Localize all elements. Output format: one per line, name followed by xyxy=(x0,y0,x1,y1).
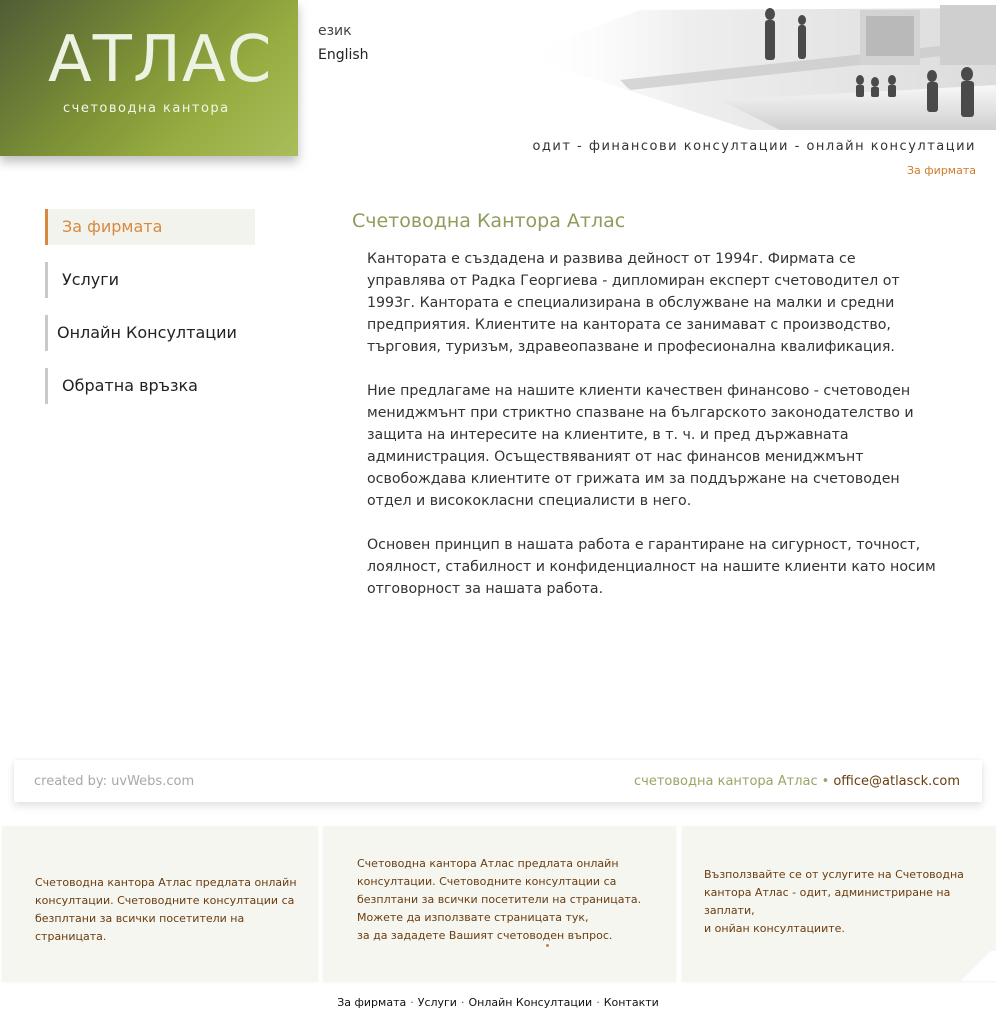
sidebar-item-about[interactable]: За фирмата xyxy=(45,209,255,245)
page-curl-icon xyxy=(956,951,996,981)
header-photo xyxy=(520,5,996,130)
bottom-link-services[interactable]: Услуги xyxy=(418,996,457,1009)
created-by-link[interactable]: created by: uvWebs.com xyxy=(34,774,194,789)
paragraph: Основен принцип в нашата работа е гарант… xyxy=(367,537,936,597)
bottom-nav: За фирмата · Услуги · Онлайн Консултации · Кон… xyxy=(0,996,996,1009)
info-box-text: Възползвайте се от услугите на Счетоводн… xyxy=(704,866,974,938)
info-box-line: консултации. Счетоводните консултации са xyxy=(35,894,295,907)
sidebar-item-online-consultations[interactable]: Онлайн Консултации xyxy=(45,315,255,351)
breadcrumb: За фирмата xyxy=(906,164,976,177)
logo-subtitle: счетоводна кантора xyxy=(63,101,230,116)
main-content: Кантората е създадена и развива дейност … xyxy=(367,248,937,622)
paragraph: Кантората е създадена и развива дейност … xyxy=(367,251,900,355)
logo[interactable]: АТЛАС счетоводна кантора xyxy=(0,0,298,156)
separator: · xyxy=(596,996,600,1009)
footer-company-name: счетоводна кантора Атлас xyxy=(634,774,818,789)
info-box-online: Счетоводна кантора Атлас предлата онлайн… xyxy=(2,826,318,981)
paragraph: Ние предлагаме на нашите клиенти качеств… xyxy=(367,383,914,509)
info-box-text: Счетоводна кантора Атлас предлата онлайн… xyxy=(35,874,315,946)
info-box-line: безплтани за всички посетители на страни… xyxy=(357,893,642,906)
bottom-link-about[interactable]: За фирмата xyxy=(337,996,406,1009)
info-box-services: Възползвайте се от услугите на Счетоводн… xyxy=(682,826,996,981)
dot-icon xyxy=(546,944,549,947)
info-box-line: кантора Атлас - одит, администриране на xyxy=(704,886,951,899)
info-box-line: Счетоводна кантора Атлас предлата онлайн xyxy=(357,857,619,870)
info-box-line: за да зададете Вашият счетоводен въпрос. xyxy=(357,929,613,942)
info-box-question[interactable]: Счетоводна кантора Атлас предлата онлайн… xyxy=(323,826,676,981)
info-box-line: Възползвайте се от услугите на Счетоводн… xyxy=(704,868,964,881)
language-english-link[interactable]: English xyxy=(318,47,369,63)
info-box-line: консултации. Счетоводните консултации са xyxy=(357,875,617,888)
separator: · xyxy=(460,996,465,1009)
sidebar-item-services[interactable]: Услуги xyxy=(45,262,255,298)
page-title: Счетоводна Кантора Атлас xyxy=(352,210,626,232)
info-box-line: безплтани за всички посетители на страни… xyxy=(35,912,245,943)
bottom-link-online-consultations[interactable]: Онлайн Консултации xyxy=(468,996,592,1009)
info-box-line: Можете да използвате страницата тук, xyxy=(357,911,589,924)
sidebar-item-feedback[interactable]: Обратна връзка xyxy=(45,368,255,404)
footer-email-link[interactable]: office@atlasck.com xyxy=(833,774,960,789)
footer-company: счетоводна кантора Атлас • office@atlasck.… xyxy=(634,774,960,789)
separator: · xyxy=(410,996,414,1009)
logo-title: АТЛАС xyxy=(48,23,273,97)
language-label: език xyxy=(318,23,352,39)
info-box-line: и онйан консултациите. xyxy=(704,922,845,935)
sidebar-nav: За фирмата Услуги Онлайн Консултации Обр… xyxy=(45,209,255,421)
info-box-line: Счетоводна кантора Атлас предлата онлайн xyxy=(35,876,297,889)
info-box-text: Счетоводна кантора Атлас предлата онлайн… xyxy=(357,855,667,945)
footer-bar: created by: uvWebs.com счетоводна кантор… xyxy=(14,760,982,802)
footer-bullet: • xyxy=(821,774,830,789)
header-tagline: одит - финансови консултации - онлайн ко… xyxy=(532,139,976,154)
bottom-link-contacts[interactable]: Контакти xyxy=(604,996,659,1009)
info-box-line: заплати, xyxy=(704,904,755,917)
